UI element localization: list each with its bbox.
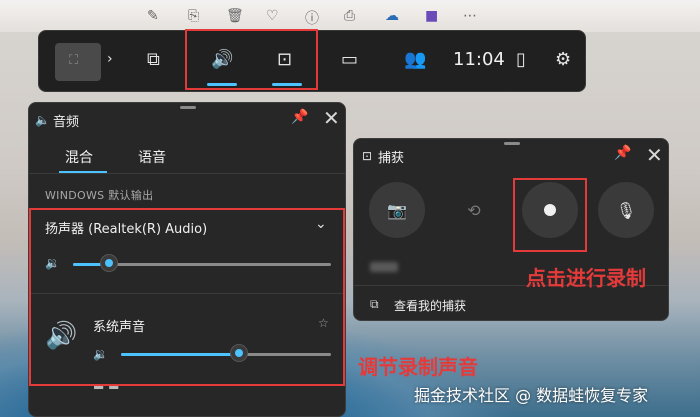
clock: 11:04 — [453, 49, 505, 70]
trash-icon[interactable]: 🗑 — [226, 8, 244, 24]
annotation-adjust: 调节录制声音 — [358, 355, 478, 379]
screenshot-button[interactable]: 📷 — [369, 182, 425, 238]
panel-title: 捕获 — [378, 151, 405, 166]
panel-title: 音频 — [53, 115, 80, 130]
heart-icon[interactable]: ♡ — [266, 8, 279, 24]
view-captures-link[interactable]: 查看我的捕获 — [394, 297, 466, 314]
annotation-record: 点击进行录制 — [526, 266, 646, 290]
performance-icon[interactable]: ▭ — [341, 49, 358, 70]
app-thumbnail-icon: ⛶ — [69, 53, 79, 68]
chevron-right-icon[interactable]: › — [107, 51, 113, 67]
highlight-box-volume — [29, 208, 345, 386]
info-icon[interactable]: ⓘ — [305, 8, 319, 28]
viewer-toolbar: ✎ ⎘ 🗑 ♡ ⓘ ⎙ ☁ ■ ⋯ — [0, 0, 700, 32]
camera-icon: 📷 — [387, 200, 407, 220]
close-icon[interactable]: ✕ — [323, 108, 340, 128]
pen-icon[interactable]: ✎ — [147, 8, 159, 24]
highlight-box-audio-capture — [185, 29, 318, 90]
capture-icon: ⊡ — [362, 149, 373, 163]
record-last-button[interactable]: ⟲ — [446, 182, 502, 238]
default-output-label: WINDOWS 默认输出 — [45, 189, 154, 202]
settings-icon[interactable]: ⚙ — [555, 49, 571, 70]
gallery-icon: ⧉ — [370, 297, 379, 311]
blurred-status — [370, 262, 398, 272]
watermark: 掘金技术社区 @ 数据蛙恢复专家 — [414, 386, 649, 405]
tab-divider — [29, 173, 345, 174]
copy-icon[interactable]: ⎘ — [188, 8, 199, 24]
capture-panel: ⊡ 捕获 📌 ✕ 📷 ⟲ 🎙 ⧉ 查看我的捕获 — [353, 138, 669, 321]
panel-drag-handle[interactable] — [504, 142, 520, 145]
tab-mix[interactable]: 混合 — [65, 147, 93, 167]
pin-icon[interactable]: 📌 — [291, 109, 308, 125]
speaker-icon: 🔈 — [35, 113, 50, 127]
close-icon[interactable]: ✕ — [646, 145, 663, 165]
app-icon[interactable]: ■ — [425, 8, 438, 24]
mouse-icon[interactable]: ▯ — [516, 49, 526, 70]
history-icon: ⟲ — [467, 200, 481, 220]
current-app-thumbnail[interactable]: ⛶ — [55, 43, 101, 81]
panel-drag-handle[interactable] — [180, 106, 196, 109]
highlight-box-record — [513, 178, 587, 252]
microphone-icon: 🎙 — [615, 200, 637, 220]
microphone-button[interactable]: 🎙 — [598, 182, 654, 238]
print-icon[interactable]: ⎙ — [344, 8, 355, 24]
tab-voice[interactable]: 语音 — [138, 147, 166, 167]
widget-menu-icon[interactable]: ⧉ — [147, 49, 160, 70]
more-icon[interactable]: ⋯ — [463, 8, 477, 24]
cloud-icon[interactable]: ☁ — [385, 8, 399, 24]
social-icon[interactable]: 👥 — [404, 49, 426, 70]
pin-icon[interactable]: 📌 — [614, 145, 631, 161]
